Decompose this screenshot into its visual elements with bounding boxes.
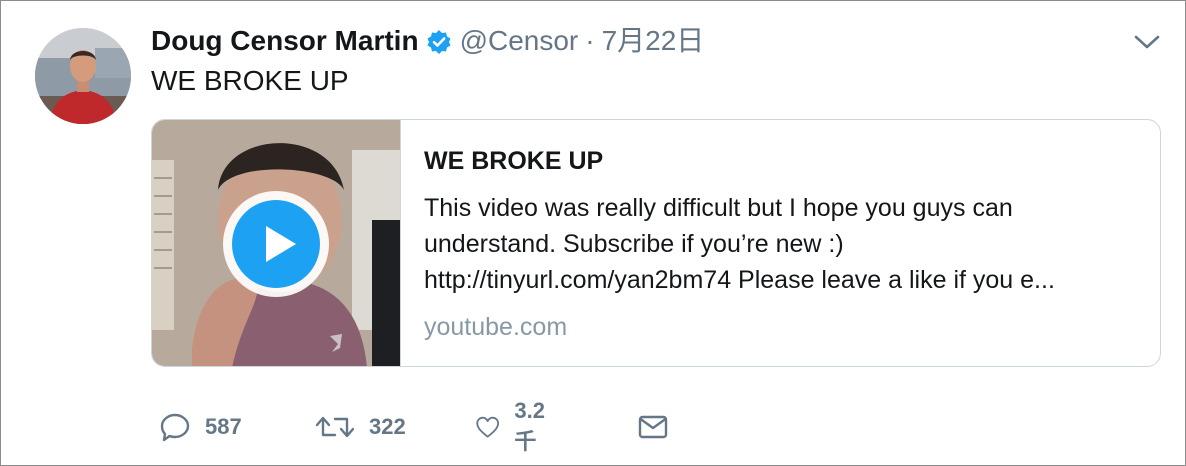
envelope-icon (638, 415, 668, 439)
tweet-date[interactable]: 7月22日 (602, 23, 705, 59)
verified-badge-icon (426, 28, 452, 54)
reply-icon (160, 413, 190, 442)
tweet-header: Doug Censor Martin @Censor · 7月22日 (151, 23, 704, 59)
reply-button[interactable]: 587 (159, 407, 242, 447)
retweet-icon (315, 416, 355, 438)
retweet-count: 322 (369, 414, 406, 439)
reply-count: 587 (205, 414, 242, 439)
like-count: 3.2千 (514, 398, 545, 454)
tweet-text: WE BROKE UP (151, 65, 349, 96)
avatar-photo-icon (35, 28, 131, 124)
separator-dot: · (585, 25, 595, 56)
card-description: This video was really difficult but I ho… (424, 190, 1144, 298)
card-domain: youtube.com (424, 313, 568, 341)
display-name[interactable]: Doug Censor Martin (151, 23, 419, 59)
direct-message-button[interactable] (637, 407, 669, 447)
like-button[interactable]: 3.2千 (475, 398, 554, 454)
tweet-container: Doug Censor Martin @Censor · 7月22日 WE BR… (0, 0, 1186, 466)
video-thumbnail[interactable] (152, 120, 401, 366)
card-description-line: http://tinyurl.com/yan2bm74 Please leave… (424, 266, 1055, 294)
link-card[interactable]: WE BROKE UP This video was really diffic… (151, 119, 1161, 367)
chevron-down-icon[interactable] (1131, 29, 1163, 55)
play-icon (223, 191, 329, 297)
avatar[interactable] (35, 28, 131, 124)
play-button[interactable] (222, 190, 330, 298)
retweet-button[interactable]: 322 (315, 407, 406, 447)
card-description-line: understand. Subscribe if you’re new :) (424, 230, 844, 258)
card-description-line: This video was really difficult but I ho… (424, 194, 1013, 222)
card-body: WE BROKE UP This video was really diffic… (424, 144, 1144, 344)
card-title[interactable]: WE BROKE UP (424, 144, 1144, 178)
heart-icon (476, 416, 500, 438)
user-handle[interactable]: @Censor (460, 23, 579, 59)
